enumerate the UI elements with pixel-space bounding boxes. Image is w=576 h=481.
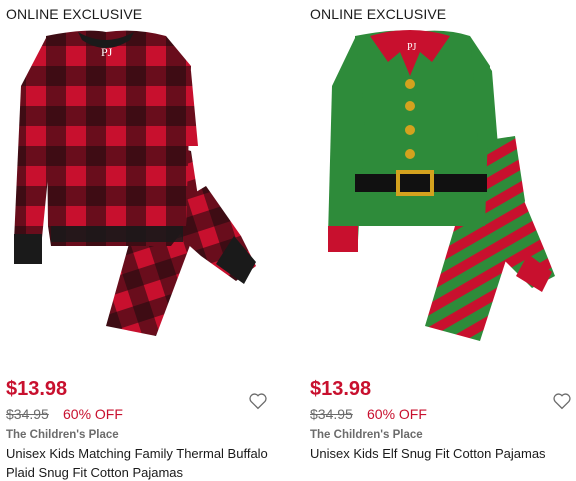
elf-pajamas-image: PJ <box>328 30 555 341</box>
product-title-link[interactable]: Unisex Kids Matching Family Thermal Buff… <box>6 444 274 481</box>
brand-name: The Children's Place <box>310 429 423 441</box>
svg-text:PJ: PJ <box>101 45 113 59</box>
original-price: $34.95 <box>6 406 49 422</box>
discount-label: 60% OFF <box>63 406 123 422</box>
discount-label: 60% OFF <box>367 406 427 422</box>
wishlist-heart-icon[interactable] <box>248 392 268 410</box>
brand-name: The Children's Place <box>6 429 119 441</box>
product-title-link[interactable]: Unisex Kids Elf Snug Fit Cotton Pajamas <box>310 444 576 463</box>
product-image[interactable]: PJ <box>6 26 271 348</box>
sale-price: $13.98 <box>310 378 372 400</box>
online-exclusive-badge: ONLINE EXCLUSIVE <box>6 6 143 22</box>
buffalo-plaid-pajamas-image: PJ <box>14 30 256 336</box>
product-image[interactable]: PJ <box>310 26 575 348</box>
product-card: ONLINE EXCLUSIVE PJ $13.98 $34.95 60% OF… <box>6 0 286 481</box>
wishlist-heart-icon[interactable] <box>552 392 572 410</box>
online-exclusive-badge: ONLINE EXCLUSIVE <box>310 6 447 22</box>
product-card: ONLINE EXCLUSIVE PJ $13.98 $34.95 60% OF… <box>310 0 576 481</box>
sale-price: $13.98 <box>6 378 68 400</box>
original-price: $34.95 <box>310 406 353 422</box>
svg-text:PJ: PJ <box>407 42 417 53</box>
